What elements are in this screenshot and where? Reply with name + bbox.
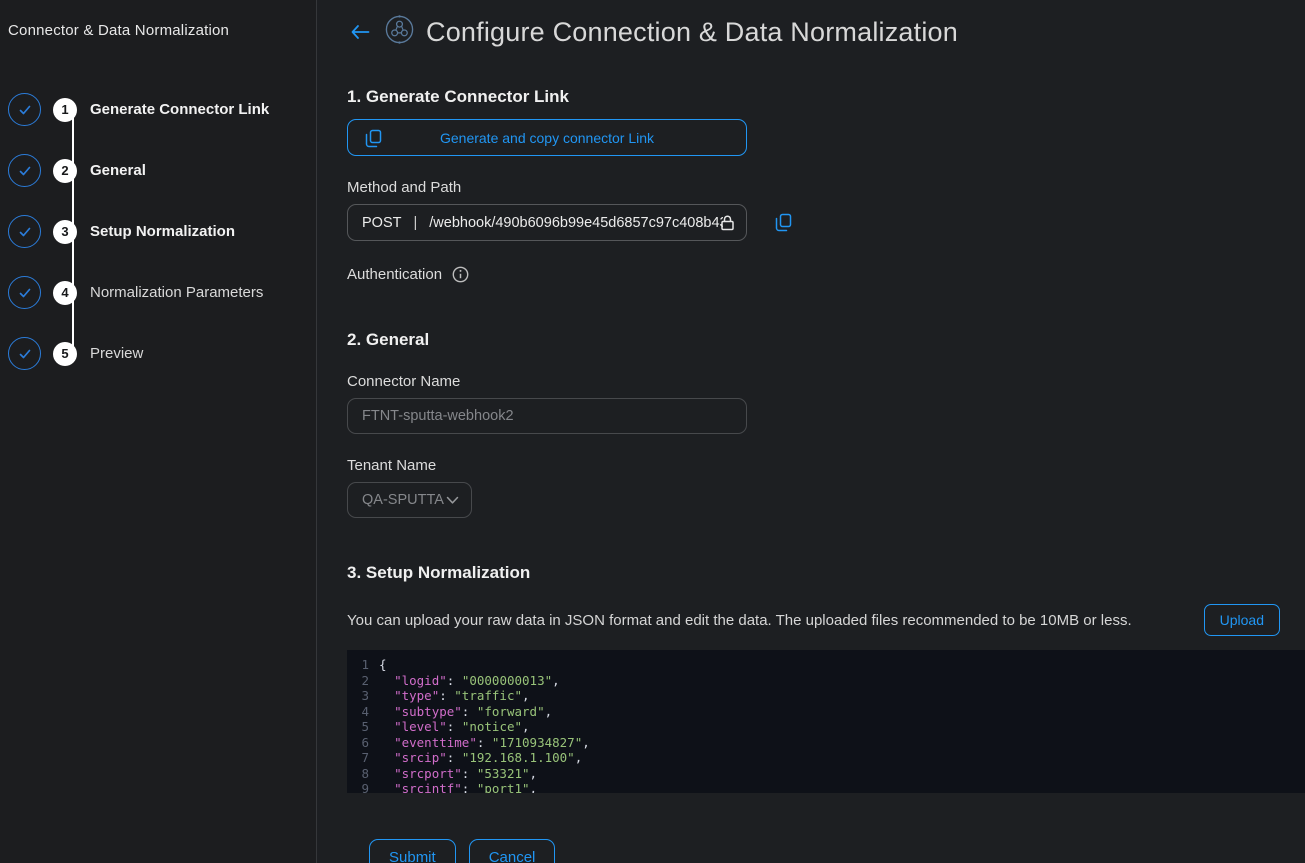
webhook-path: /webhook/490b6096b99e45d6857c97c408b431 xyxy=(429,215,723,231)
page-header: Configure Connection & Data Normalizatio… xyxy=(347,14,1305,50)
section-2-heading: 2. General xyxy=(347,330,1305,350)
line-number: 5 xyxy=(347,719,379,735)
step-number: 5 xyxy=(53,342,77,366)
line-number: 4 xyxy=(347,704,379,720)
cancel-button[interactable]: Cancel xyxy=(469,839,556,863)
line-number: 9 xyxy=(347,781,379,793)
code-line: 4 "subtype": "forward", xyxy=(347,704,1305,720)
connector-name-label: Connector Name xyxy=(347,373,1305,390)
footer-actions: Submit Cancel xyxy=(347,839,1305,863)
section-3-heading: 3. Setup Normalization xyxy=(347,563,1305,583)
authentication-info-button[interactable] xyxy=(452,266,469,283)
step-label: Normalization Parameters xyxy=(90,284,263,301)
connector-name-input[interactable] xyxy=(347,398,747,434)
method-path-field: POST | /webhook/490b6096b99e45d6857c97c4… xyxy=(347,204,747,241)
line-number: 3 xyxy=(347,688,379,704)
generate-copy-link-label: Generate and copy connector Link xyxy=(440,130,654,146)
step-number: 3 xyxy=(53,220,77,244)
step-label: Generate Connector Link xyxy=(90,101,269,118)
code-line: 8 "srcport": "53321", xyxy=(347,766,1305,782)
copy-icon xyxy=(775,213,792,232)
line-number: 8 xyxy=(347,766,379,782)
upload-button[interactable]: Upload xyxy=(1204,604,1280,636)
step-number: 4 xyxy=(53,281,77,305)
line-number: 2 xyxy=(347,673,379,689)
back-button[interactable] xyxy=(347,21,373,43)
tenant-name-value: QA-SPUTTA xyxy=(362,492,444,508)
copy-path-button[interactable] xyxy=(773,211,794,234)
code-line: 9 "srcintf": "port1", xyxy=(347,781,1305,793)
generate-copy-link-button[interactable]: Generate and copy connector Link xyxy=(347,119,747,156)
check-circle-icon xyxy=(8,276,41,309)
step-setup-normalization[interactable]: 3 Setup Normalization xyxy=(8,201,306,262)
check-circle-icon xyxy=(8,154,41,187)
code-line: 1{ xyxy=(347,657,1305,673)
code-line: 3 "type": "traffic", xyxy=(347,688,1305,704)
method-path-label: Method and Path xyxy=(347,179,1305,196)
chevron-down-icon xyxy=(446,496,459,505)
step-general[interactable]: 2 General xyxy=(8,140,306,201)
code-line: 7 "srcip": "192.168.1.100", xyxy=(347,750,1305,766)
check-circle-icon xyxy=(8,93,41,126)
step-number: 2 xyxy=(53,159,77,183)
upload-description: You can upload your raw data in JSON for… xyxy=(347,612,1132,629)
step-generate-connector-link[interactable]: 1 Generate Connector Link xyxy=(8,79,306,140)
step-number: 1 xyxy=(53,98,77,122)
line-number: 1 xyxy=(347,657,379,673)
submit-button[interactable]: Submit xyxy=(369,839,456,863)
step-preview[interactable]: 5 Preview xyxy=(8,323,306,384)
step-label: Preview xyxy=(90,345,143,362)
step-normalization-parameters[interactable]: 4 Normalization Parameters xyxy=(8,262,306,323)
method-path-separator: | xyxy=(413,215,417,231)
main-content: Configure Connection & Data Normalizatio… xyxy=(317,0,1305,863)
http-method: POST xyxy=(362,215,401,231)
upload-row: You can upload your raw data in JSON for… xyxy=(347,604,1305,636)
code-line: 2 "logid": "0000000013", xyxy=(347,673,1305,689)
check-circle-icon xyxy=(8,215,41,248)
lock-icon xyxy=(719,214,736,232)
code-line: 6 "eventtime": "1710934827", xyxy=(347,735,1305,751)
copy-icon xyxy=(365,129,382,151)
section-1-heading: 1. Generate Connector Link xyxy=(347,87,1305,107)
tenant-name-select[interactable]: QA-SPUTTA xyxy=(347,482,472,518)
method-path-row: POST | /webhook/490b6096b99e45d6857c97c4… xyxy=(347,204,1305,241)
step-label: General xyxy=(90,162,146,179)
info-icon xyxy=(452,266,469,283)
json-code-editor[interactable]: 1{2 "logid": "0000000013",3 "type": "tra… xyxy=(347,650,1305,793)
step-label: Setup Normalization xyxy=(90,223,235,240)
line-number: 7 xyxy=(347,750,379,766)
authentication-label: Authentication xyxy=(347,266,442,283)
connector-icon xyxy=(384,14,415,50)
check-circle-icon xyxy=(8,337,41,370)
back-arrow-icon xyxy=(349,23,371,41)
tenant-name-label: Tenant Name xyxy=(347,457,1305,474)
stepper: 1 Generate Connector Link 2 General 3 Se… xyxy=(8,79,306,384)
wizard-sidebar: Connector & Data Normalization 1 Generat… xyxy=(0,0,317,863)
authentication-row: Authentication xyxy=(347,266,1305,283)
page-title: Configure Connection & Data Normalizatio… xyxy=(426,17,958,48)
line-number: 6 xyxy=(347,735,379,751)
sidebar-title: Connector & Data Normalization xyxy=(8,22,306,39)
code-line: 5 "level": "notice", xyxy=(347,719,1305,735)
